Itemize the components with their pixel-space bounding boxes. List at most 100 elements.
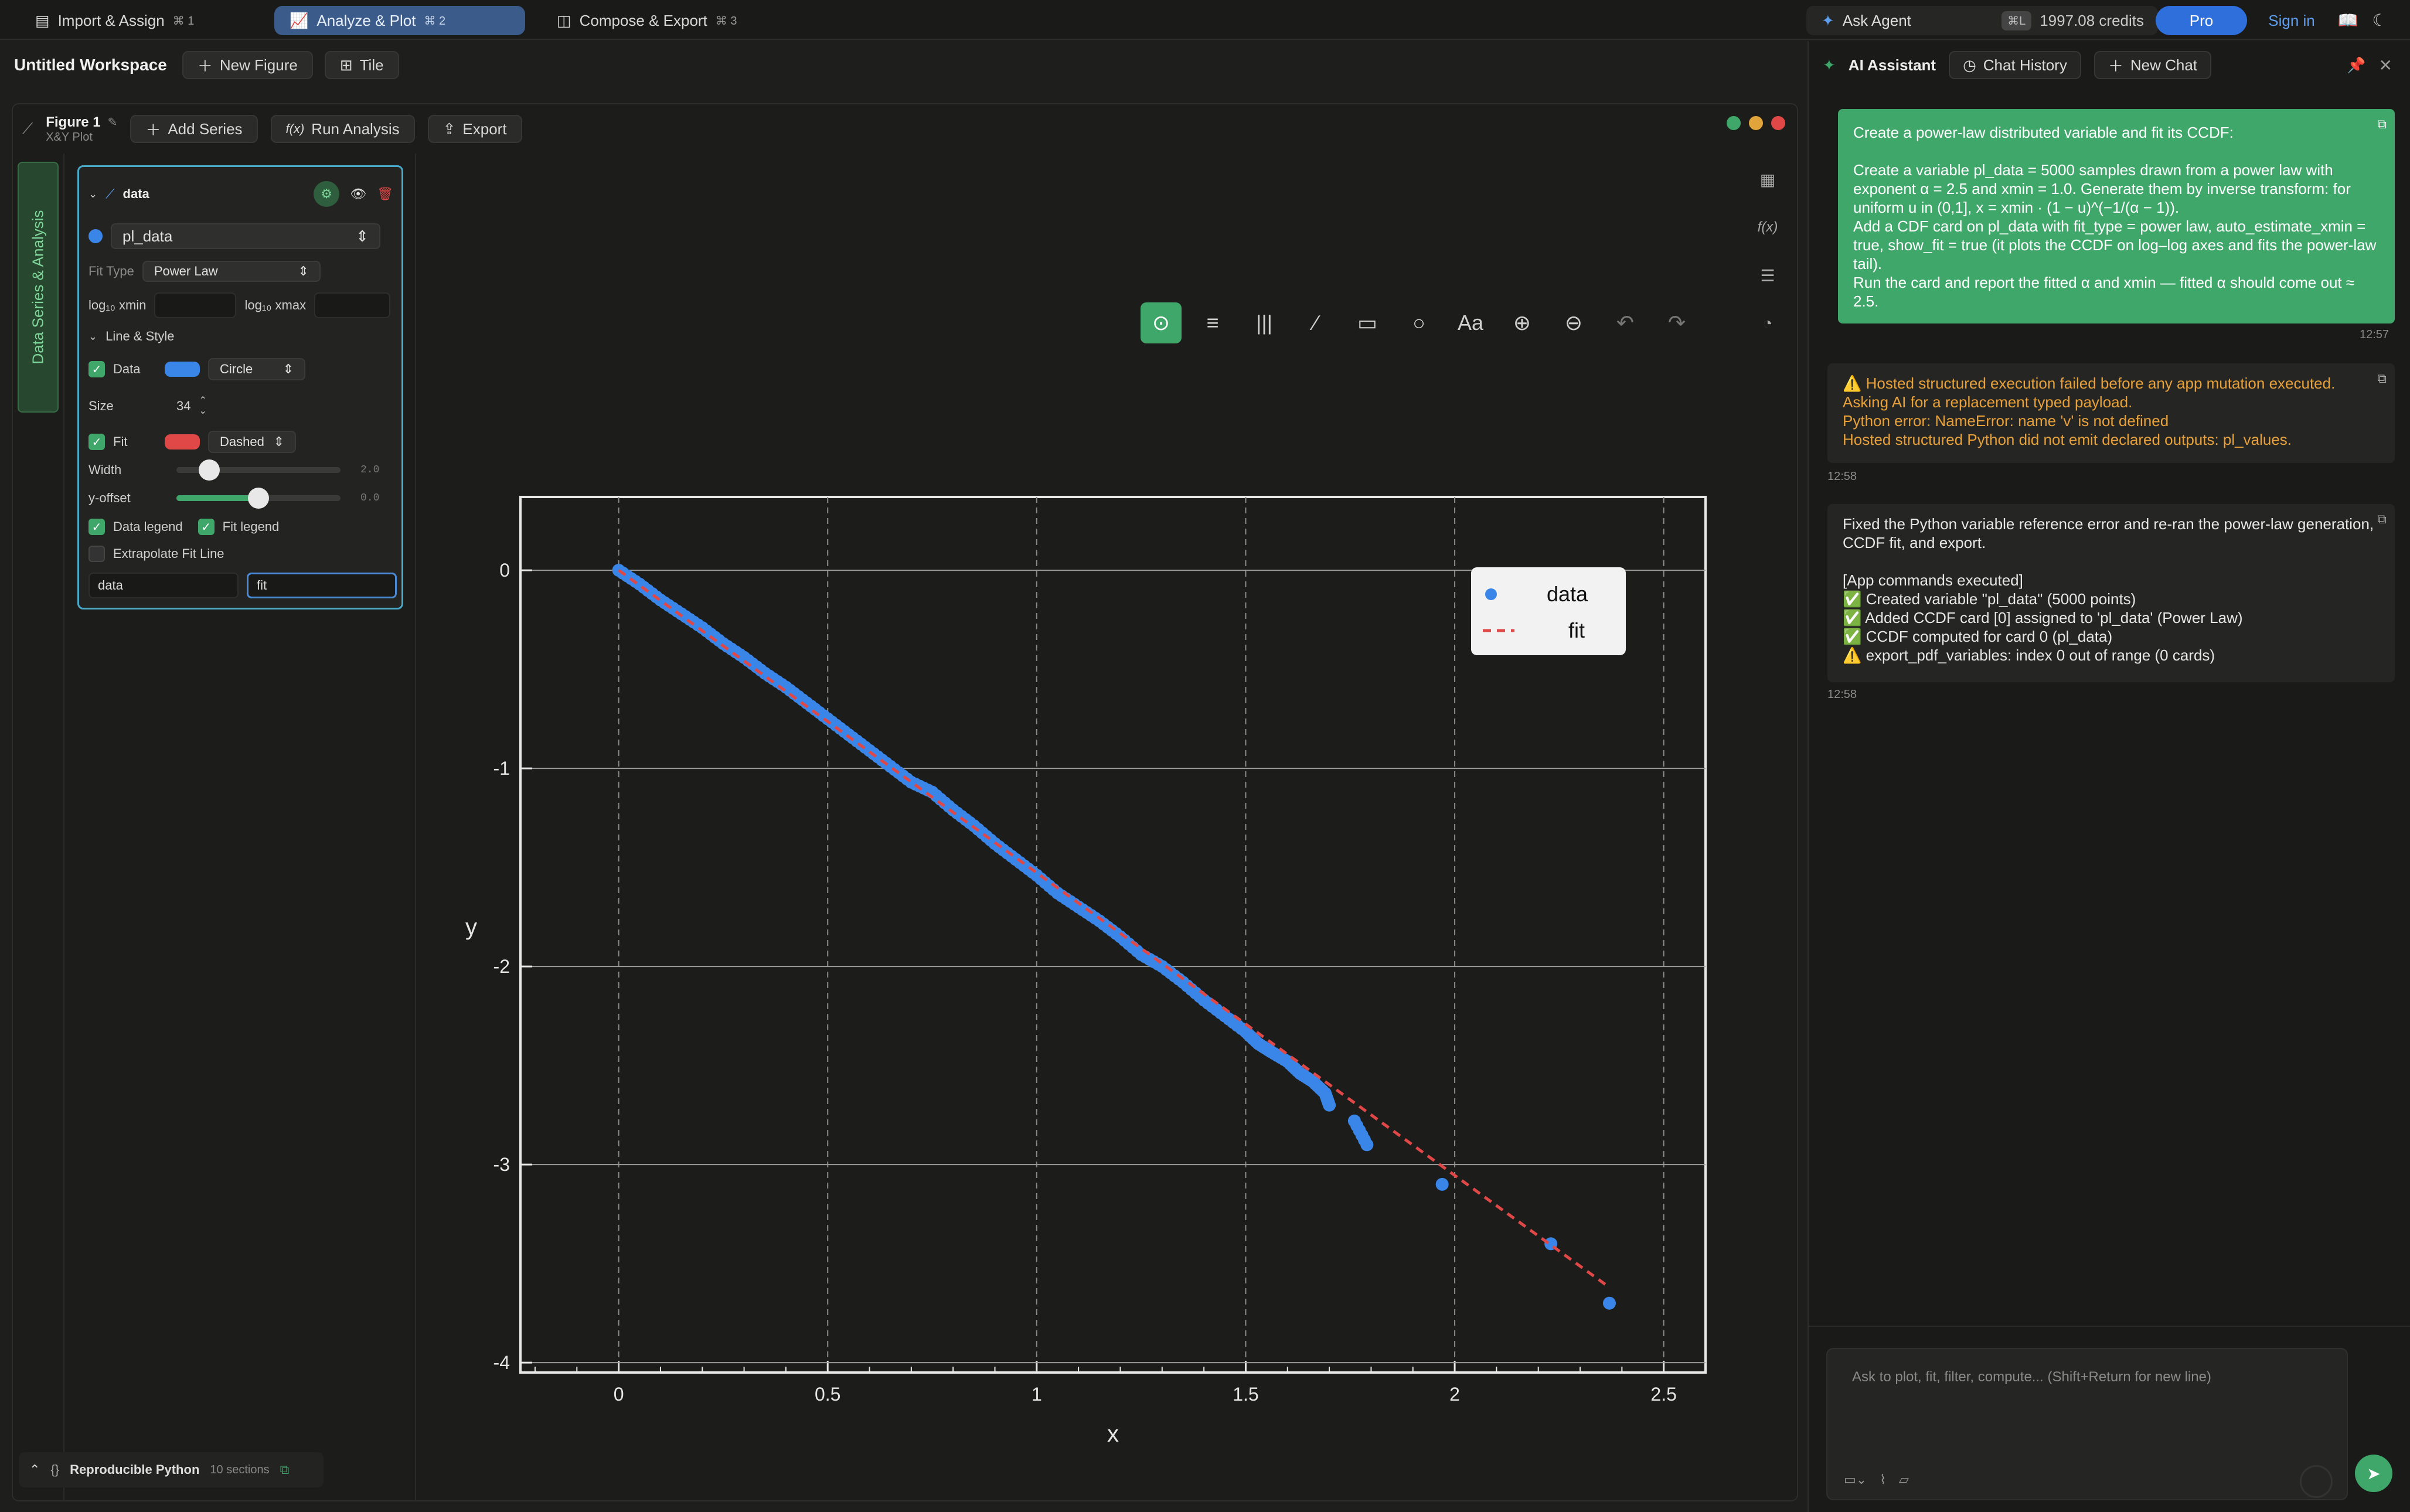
yoffset-slider[interactable] <box>176 488 341 509</box>
paperclip-icon[interactable]: ⌇ <box>1880 1472 1886 1487</box>
fit-type-label: Fit Type <box>88 264 134 278</box>
panel-divider[interactable] <box>415 154 416 1501</box>
tile-button[interactable]: ⊞ Tile <box>324 51 399 79</box>
gauge-icon[interactable]: ◔ <box>1751 307 1784 340</box>
y-tick-label: -3 <box>493 1154 510 1175</box>
book-icon[interactable]: 📖 <box>2336 8 2360 32</box>
chevron-down-icon: ⌄ <box>88 330 98 342</box>
xmin-label: log₁₀ xmin <box>88 298 147 312</box>
data-checkbox[interactable]: ✓ <box>88 361 105 377</box>
maximize-dot[interactable] <box>1727 116 1741 130</box>
copy-icon[interactable]: ⧉ <box>280 1462 290 1477</box>
message-time: 12:57 <box>2360 328 2389 341</box>
variable-select[interactable]: pl_data ⇕ <box>111 223 380 249</box>
new-figure-button[interactable]: ＋ New Figure <box>182 51 313 79</box>
workspace-toolbar: Untitled Workspace ＋ New Figure ⊞ Tile <box>0 41 1799 89</box>
tab-analyze-plot[interactable]: 📈 Analyze & Plot ⌘ 2 <box>274 6 525 35</box>
slider-knob[interactable] <box>248 488 269 509</box>
eye-icon[interactable]: 👁 <box>350 186 366 202</box>
reproducible-python-bar[interactable]: ⌃ {} Reproducible Python 10 sections ⧉ <box>19 1452 324 1487</box>
width-slider[interactable] <box>176 459 341 481</box>
assistant-message: Fixed the Python variable reference erro… <box>1827 504 2395 682</box>
copy-icon[interactable]: ⧉ <box>2377 369 2387 388</box>
side-tab-label: Data Series & Analysis <box>29 210 47 365</box>
redo-icon[interactable]: ↷ <box>1656 302 1697 343</box>
folder-icon[interactable]: ▱ <box>1899 1472 1909 1487</box>
model-select-icon[interactable]: ▭⌄ <box>1844 1472 1867 1487</box>
tab-compose-export[interactable]: ◫ Compose & Export ⌘ 3 <box>542 6 778 35</box>
fit-label: Fit <box>113 434 128 449</box>
xmax-input[interactable] <box>314 292 391 318</box>
size-value[interactable]: 34 <box>176 399 190 414</box>
size-row: Size 34 ⌃ ⌄ <box>88 396 207 417</box>
cursor-icon[interactable]: ⊙ <box>1141 302 1182 343</box>
line-style-select[interactable]: Dashed ⇕ <box>208 431 296 453</box>
pin-icon[interactable]: 📌 <box>2347 56 2365 74</box>
chat-input[interactable]: Ask to plot, fit, filter, compute... (Sh… <box>1826 1348 2348 1500</box>
close-icon[interactable]: ✕ <box>2379 56 2392 75</box>
gear-icon[interactable]: ⚙ <box>314 181 340 207</box>
sign-in-link[interactable]: Sign in <box>2256 6 2327 35</box>
copy-icon[interactable]: ⧉ <box>2377 115 2387 134</box>
stepper-icon[interactable]: ⌃ ⌄ <box>199 396 206 417</box>
add-series-label: Add Series <box>168 120 243 138</box>
circle-icon[interactable]: ○ <box>1398 302 1439 343</box>
tab-import-assign[interactable]: ▤ Import & Assign ⌘ 1 <box>20 6 254 35</box>
data-legend-checkbox[interactable]: ✓ <box>88 519 105 535</box>
data-color-swatch[interactable] <box>165 362 200 377</box>
xy-plot[interactable]: 0 0.5 1 1.5 2 2.5 0 -1 -2 -3 -4 x y data fit <box>429 298 1754 1470</box>
xmin-input[interactable] <box>154 292 237 318</box>
sliders-icon[interactable]: ☰ <box>1751 259 1784 292</box>
zoom-out-icon[interactable]: ⊖ <box>1553 302 1594 343</box>
moon-icon[interactable]: ☾ <box>2368 8 2391 32</box>
fit-legend-name-input[interactable]: fit <box>247 573 397 598</box>
fit-type-value: Power Law <box>154 264 218 278</box>
x-tick-label: 2 <box>1449 1384 1460 1405</box>
copy-icon[interactable]: ⧉ <box>2377 510 2387 529</box>
add-series-button[interactable]: ＋ Add Series <box>130 115 258 143</box>
line-icon[interactable]: ∕ <box>1295 302 1336 343</box>
line-style-header[interactable]: ⌄ Line & Style <box>88 329 175 344</box>
data-point <box>1602 1296 1616 1310</box>
rect-icon[interactable]: ▭ <box>1347 302 1388 343</box>
table-icon[interactable]: ▦ <box>1751 163 1784 196</box>
user-message: Create a power-law distributed variable … <box>1838 109 2395 323</box>
fit-type-select[interactable]: Power Law ⇕ <box>142 261 321 282</box>
new-chat-button[interactable]: ＋ New Chat <box>2094 51 2211 79</box>
slider-knob[interactable] <box>199 459 220 481</box>
export-button[interactable]: ⇪ Export <box>427 115 522 143</box>
hlines-icon[interactable]: ≡ <box>1192 302 1233 343</box>
chat-history-button[interactable]: ◷ Chat History <box>1949 51 2081 79</box>
tab-label: Compose & Export <box>579 11 707 29</box>
fit-legend-name: fit <box>257 578 267 592</box>
data-series-analysis-tab[interactable]: Data Series & Analysis <box>18 162 59 413</box>
minimize-dot[interactable] <box>1749 116 1763 130</box>
pencil-icon[interactable]: ✎ <box>108 115 118 130</box>
text-icon[interactable]: Aa <box>1450 302 1491 343</box>
run-analysis-button[interactable]: f(x) Run Analysis <box>270 115 415 143</box>
x-tick-label: 1 <box>1032 1384 1042 1405</box>
fit-color-swatch[interactable] <box>165 434 200 449</box>
repro-label: Reproducible Python <box>70 1462 200 1477</box>
trash-icon[interactable]: 🗑 <box>377 186 393 202</box>
function-icon[interactable]: f(x) <box>1751 211 1784 244</box>
fit-legend-checkbox[interactable]: ✓ <box>198 519 215 535</box>
vlines-icon[interactable]: ||| <box>1244 302 1285 343</box>
pro-button[interactable]: Pro <box>2156 6 2247 35</box>
data-legend-name-input[interactable]: data <box>88 573 239 598</box>
undo-icon[interactable]: ↶ <box>1605 302 1646 343</box>
send-button[interactable]: ➤ <box>2355 1455 2392 1492</box>
marker-select[interactable]: Circle ⇕ <box>208 358 305 380</box>
fit-checkbox[interactable]: ✓ <box>88 434 105 450</box>
extrapolate-checkbox[interactable] <box>88 546 105 562</box>
top-bar: ▤ Import & Assign ⌘ 1 📈 Analyze & Plot ⌘… <box>0 0 2410 40</box>
zoom-in-icon[interactable]: ⊕ <box>1502 302 1543 343</box>
legend-data-marker <box>1485 588 1497 600</box>
series-actions: ⚙ 👁 🗑 <box>314 181 393 207</box>
chevron-down-icon[interactable]: ⌄ <box>88 188 97 200</box>
close-dot[interactable] <box>1771 116 1785 130</box>
tab-label: Analyze & Plot <box>316 11 416 29</box>
ask-agent-button[interactable]: ✦ Ask Agent ⌘L 1997.08 credits <box>1806 6 2158 35</box>
repro-sections: 10 sections <box>210 1463 270 1476</box>
grid-icon: ⊞ <box>339 56 353 74</box>
